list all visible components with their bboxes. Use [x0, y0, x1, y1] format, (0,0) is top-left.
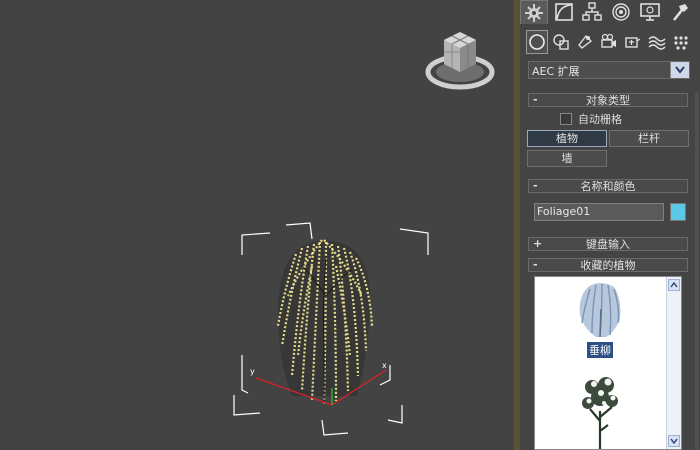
motion-icon — [612, 3, 630, 21]
rollout-title: 名称和颜色 — [580, 180, 636, 193]
scroll-down-button[interactable] — [668, 435, 680, 447]
rollout-object-type[interactable]: - 对象类型 — [528, 93, 688, 107]
viewcube-icon[interactable] — [420, 26, 500, 92]
category-geometry[interactable] — [526, 30, 548, 54]
autogrid-checkbox[interactable] — [560, 113, 572, 125]
svg-text:y: y — [250, 367, 255, 376]
plant-item-label: 垂柳 — [587, 342, 613, 358]
tab-create[interactable] — [520, 0, 548, 24]
chevron-down-icon — [670, 438, 678, 444]
rollout-title: 收藏的植物 — [580, 259, 636, 272]
tab-utilities[interactable] — [666, 0, 694, 24]
helpers-icon — [625, 37, 641, 48]
railing-button[interactable]: 栏杆 — [609, 130, 689, 147]
systems-icon — [674, 36, 688, 50]
autogrid-option[interactable]: 自动栅格 — [560, 112, 622, 126]
chevron-up-icon — [670, 282, 678, 288]
rollout-favorite-plants[interactable]: - 收藏的植物 — [528, 258, 688, 272]
rollout-name-and-color[interactable]: - 名称和颜色 — [528, 179, 688, 193]
subcategory-value: AEC 扩展 — [532, 65, 580, 78]
cameras-icon — [601, 33, 616, 48]
chevron-down-icon — [675, 66, 685, 74]
object-category-bar — [526, 30, 696, 54]
category-shapes[interactable] — [550, 30, 572, 54]
list-scrollbar[interactable] — [666, 277, 681, 449]
tab-motion[interactable] — [607, 0, 635, 24]
subcategory-dropdown[interactable]: AEC 扩展 — [528, 61, 690, 79]
space-warps-icon — [648, 36, 666, 50]
transform-gizmo: y x — [250, 361, 387, 406]
rollout-title: 对象类型 — [586, 94, 630, 107]
geometry-icon — [529, 34, 545, 50]
create-icon — [525, 3, 543, 22]
category-lights[interactable] — [574, 30, 596, 54]
category-helpers[interactable] — [622, 30, 644, 54]
tab-display[interactable] — [636, 0, 664, 24]
scroll-up-button[interactable] — [668, 279, 680, 291]
command-panel-tabs — [520, 0, 700, 24]
command-panel: AEC 扩展 - 对象类型 自动栅格 植物 栏杆 墙 - 名称和颜色 Folia… — [520, 0, 700, 450]
flowering-tree-thumbnail-icon — [582, 377, 618, 449]
perspective-viewport[interactable]: y x — [0, 0, 514, 450]
rollout-title: 键盘输入 — [586, 238, 630, 251]
object-name-field[interactable]: Foliage01 — [534, 203, 664, 221]
modify-icon — [555, 3, 573, 21]
favorite-plants-list[interactable]: 垂柳 — [534, 276, 682, 450]
category-space-warps[interactable] — [646, 30, 668, 54]
svg-text:x: x — [382, 361, 387, 370]
panel-scrollbar[interactable] — [695, 92, 699, 450]
category-cameras[interactable] — [598, 30, 620, 54]
rollout-keyboard-entry[interactable]: + 键盘输入 — [528, 237, 688, 251]
utilities-icon — [672, 4, 688, 21]
foliage-button[interactable]: 植物 — [527, 130, 607, 147]
category-systems[interactable] — [670, 30, 692, 54]
tab-hierarchy[interactable] — [578, 0, 606, 24]
hierarchy-icon — [582, 2, 602, 21]
lights-icon — [578, 34, 593, 49]
display-icon — [640, 3, 660, 21]
dropdown-button[interactable] — [670, 62, 689, 78]
plant-item-flowering-tree[interactable] — [535, 371, 665, 449]
object-color-swatch[interactable] — [670, 203, 686, 221]
shapes-icon — [553, 34, 569, 50]
weeping-willow-thumbnail-icon — [579, 283, 621, 338]
wall-button[interactable]: 墙 — [527, 150, 607, 167]
plant-item-weeping-willow[interactable]: 垂柳 — [535, 279, 665, 358]
tab-modify[interactable] — [550, 0, 578, 24]
autogrid-label: 自动栅格 — [578, 113, 622, 126]
